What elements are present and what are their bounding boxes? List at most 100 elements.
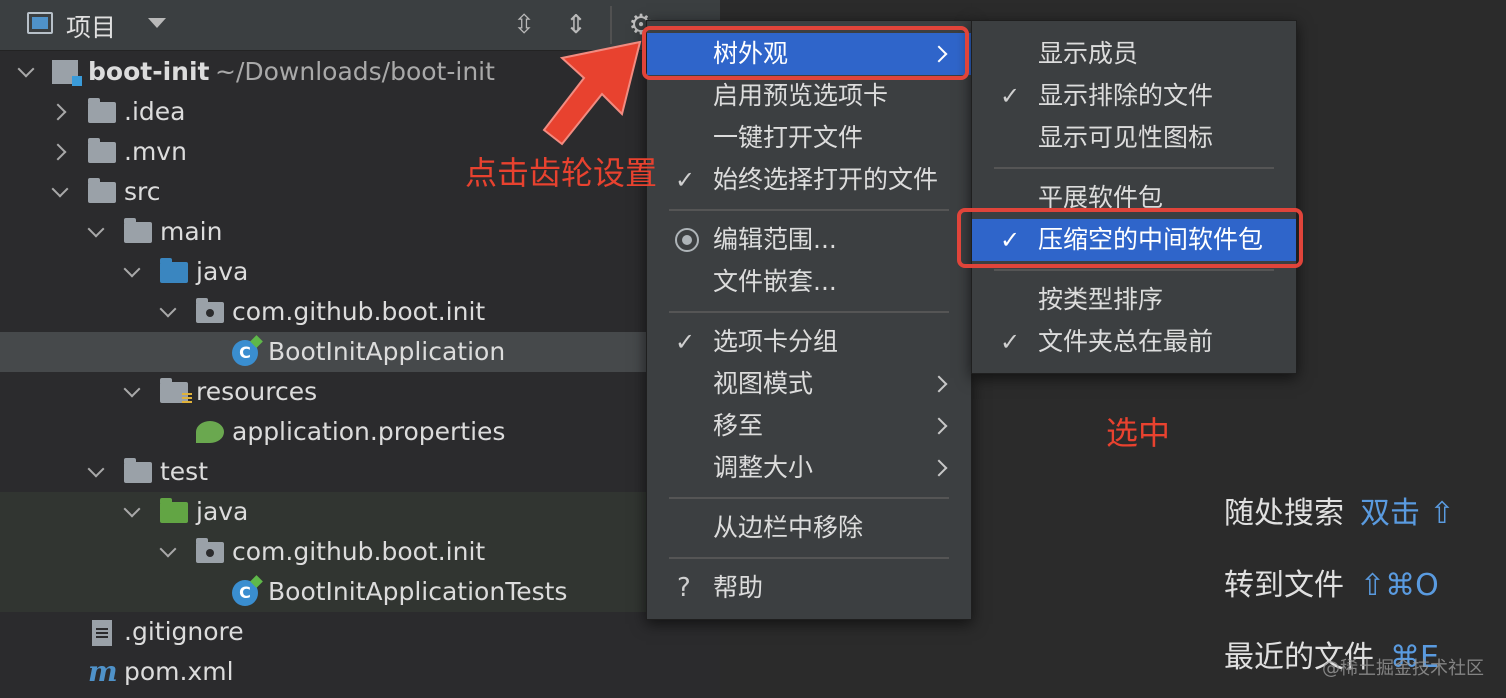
menu-item-always-select-opened[interactable]: ✓ 始终选择打开的文件 [647, 159, 971, 201]
options-menu: 树外观 启用预览选项卡 一键打开文件 ✓ 始终选择打开的文件 编辑范围... 文… [646, 20, 972, 620]
project-panel-icon [27, 12, 53, 34]
menu-item-label: 显示排除的文件 [1038, 81, 1214, 110]
check-icon: ✓ [1000, 82, 1021, 110]
menu-item-label: 文件夹总在最前 [1038, 327, 1214, 356]
menu-item-enable-preview-tab[interactable]: 启用预览选项卡 [647, 75, 971, 117]
tree-row-test[interactable]: test [0, 452, 720, 492]
check-icon: ✓ [1000, 328, 1021, 356]
menu-item-label: 按类型排序 [1038, 285, 1164, 314]
class-icon: C [232, 580, 258, 606]
menu-separator [669, 209, 949, 211]
tree-label: resources [196, 377, 318, 406]
submenu-item-sort-by-type[interactable]: 按类型排序 [972, 279, 1296, 321]
tree-label: src [124, 177, 161, 206]
menu-item-help[interactable]: ? 帮助 [647, 567, 971, 609]
menu-item-label: 始终选择打开的文件 [713, 165, 939, 194]
chevron-down-icon[interactable] [87, 460, 105, 478]
menu-item-edit-scopes[interactable]: 编辑范围... [647, 219, 971, 261]
tree-row-boot-init-application[interactable]: C BootInitApplication [0, 332, 720, 372]
chevron-down-icon[interactable] [123, 500, 141, 518]
menu-item-tab-grouping[interactable]: ✓ 选项卡分组 [647, 321, 971, 363]
menu-item-resize[interactable]: 调整大小 [647, 447, 971, 489]
module-icon [52, 60, 82, 86]
menu-item-label: 移至 [713, 411, 764, 440]
chevron-down-icon[interactable] [51, 180, 69, 198]
tree-row-gitignore[interactable]: .gitignore [0, 612, 720, 652]
tree-row-boot-init-application-tests[interactable]: C BootInitApplicationTests [0, 572, 720, 612]
tree-label: main [160, 217, 223, 246]
menu-item-view-mode[interactable]: 视图模式 [647, 363, 971, 405]
menu-item-move-to[interactable]: 移至 [647, 405, 971, 447]
check-icon: ✓ [675, 328, 696, 356]
submenu-item-folders-first[interactable]: ✓ 文件夹总在最前 [972, 321, 1296, 363]
tree-label: com.github.boot.init [232, 537, 486, 566]
chevron-right-icon[interactable] [49, 103, 67, 121]
tree-row-test-java[interactable]: java [0, 492, 720, 532]
menu-item-label: 调整大小 [713, 453, 814, 482]
chevron-down-icon[interactable] [148, 18, 166, 28]
tree-row-application-properties[interactable]: application.properties [0, 412, 720, 452]
menu-item-file-nesting[interactable]: 文件嵌套... [647, 261, 971, 303]
chevron-right-icon[interactable] [49, 143, 67, 161]
expand-all-icon[interactable]: ⇳ [507, 8, 541, 42]
spring-class-icon: C [232, 340, 258, 366]
package-icon [196, 538, 224, 563]
chevron-down-icon[interactable] [159, 300, 177, 318]
chevron-down-icon[interactable] [159, 540, 177, 558]
spring-properties-icon [196, 421, 224, 443]
menu-item-label: 从边栏中移除 [713, 513, 864, 542]
hint-go-to-file: 转到文件 ⇧⌘O [1224, 560, 1439, 604]
tree-label: boot-init [88, 57, 210, 86]
menu-item-label: 视图模式 [713, 369, 814, 398]
menu-item-label: 显示成员 [1038, 39, 1139, 68]
hint-shortcut: 双击 ⇧ [1360, 496, 1455, 531]
menu-separator [669, 557, 949, 559]
hint-shortcut: ⇧⌘O [1360, 568, 1439, 603]
tree-row-main-package[interactable]: com.github.boot.init [0, 292, 720, 332]
submenu-item-show-visibility-icons[interactable]: 显示可见性图标 [972, 117, 1296, 159]
maven-icon: m [88, 655, 118, 688]
menu-item-remove-from-sidebar[interactable]: 从边栏中移除 [647, 507, 971, 549]
tree-appearance-submenu: 显示成员 ✓ 显示排除的文件 显示可见性图标 平展软件包 ✓ 压缩空的中间软件包… [971, 20, 1297, 374]
hint-label: 转到文件 [1224, 568, 1344, 603]
chevron-down-icon[interactable] [123, 380, 141, 398]
tree-row-test-package[interactable]: com.github.boot.init [0, 532, 720, 572]
tree-label: BootInitApplication [268, 337, 506, 366]
menu-item-label: 选项卡分组 [713, 327, 839, 356]
menu-separator [994, 269, 1274, 271]
highlight-box-compact-packages [957, 208, 1303, 268]
tree-row-pom[interactable]: m pom.xml [0, 652, 720, 692]
tree-label: .idea [124, 97, 186, 126]
tree-label: test [160, 457, 209, 486]
folder-icon [88, 138, 116, 163]
tree-label: BootInitApplicationTests [268, 577, 568, 606]
tree-label: pom.xml [124, 657, 234, 686]
watermark: @稀土掘金技术社区 [1322, 658, 1484, 679]
chevron-down-icon[interactable] [17, 60, 35, 78]
package-icon [196, 298, 224, 323]
tree-label: com.github.boot.init [232, 297, 486, 326]
chevron-down-icon[interactable] [87, 220, 105, 238]
gear-annotation: 点击齿轮设置 [465, 154, 658, 192]
help-icon: ? [677, 573, 691, 603]
submenu-arrow-icon [930, 375, 948, 393]
annotation-arrow-icon [542, 40, 642, 146]
chevron-down-icon[interactable] [123, 260, 141, 278]
tree-row-main-java[interactable]: java [0, 252, 720, 292]
tree-row-main[interactable]: main [0, 212, 720, 252]
hint-search-everywhere: 随处搜索 双击 ⇧ [1224, 488, 1455, 532]
menu-item-label: 启用预览选项卡 [713, 81, 889, 110]
resources-folder-icon [160, 378, 192, 405]
folder-icon [124, 458, 152, 483]
tree-label: java [196, 257, 249, 286]
highlight-box-tree-appearance [642, 26, 969, 80]
menu-item-label: 编辑范围... [713, 225, 837, 254]
submenu-item-show-excluded[interactable]: ✓ 显示排除的文件 [972, 75, 1296, 117]
menu-item-label: 一键打开文件 [713, 123, 864, 152]
tree-row-resources[interactable]: resources [0, 372, 720, 412]
panel-title[interactable]: 项目 [66, 8, 116, 44]
hint-label: 随处搜索 [1224, 496, 1344, 531]
submenu-item-show-members[interactable]: 显示成员 [972, 33, 1296, 75]
menu-item-single-click-open[interactable]: 一键打开文件 [647, 117, 971, 159]
tree-label: .mvn [124, 137, 187, 166]
